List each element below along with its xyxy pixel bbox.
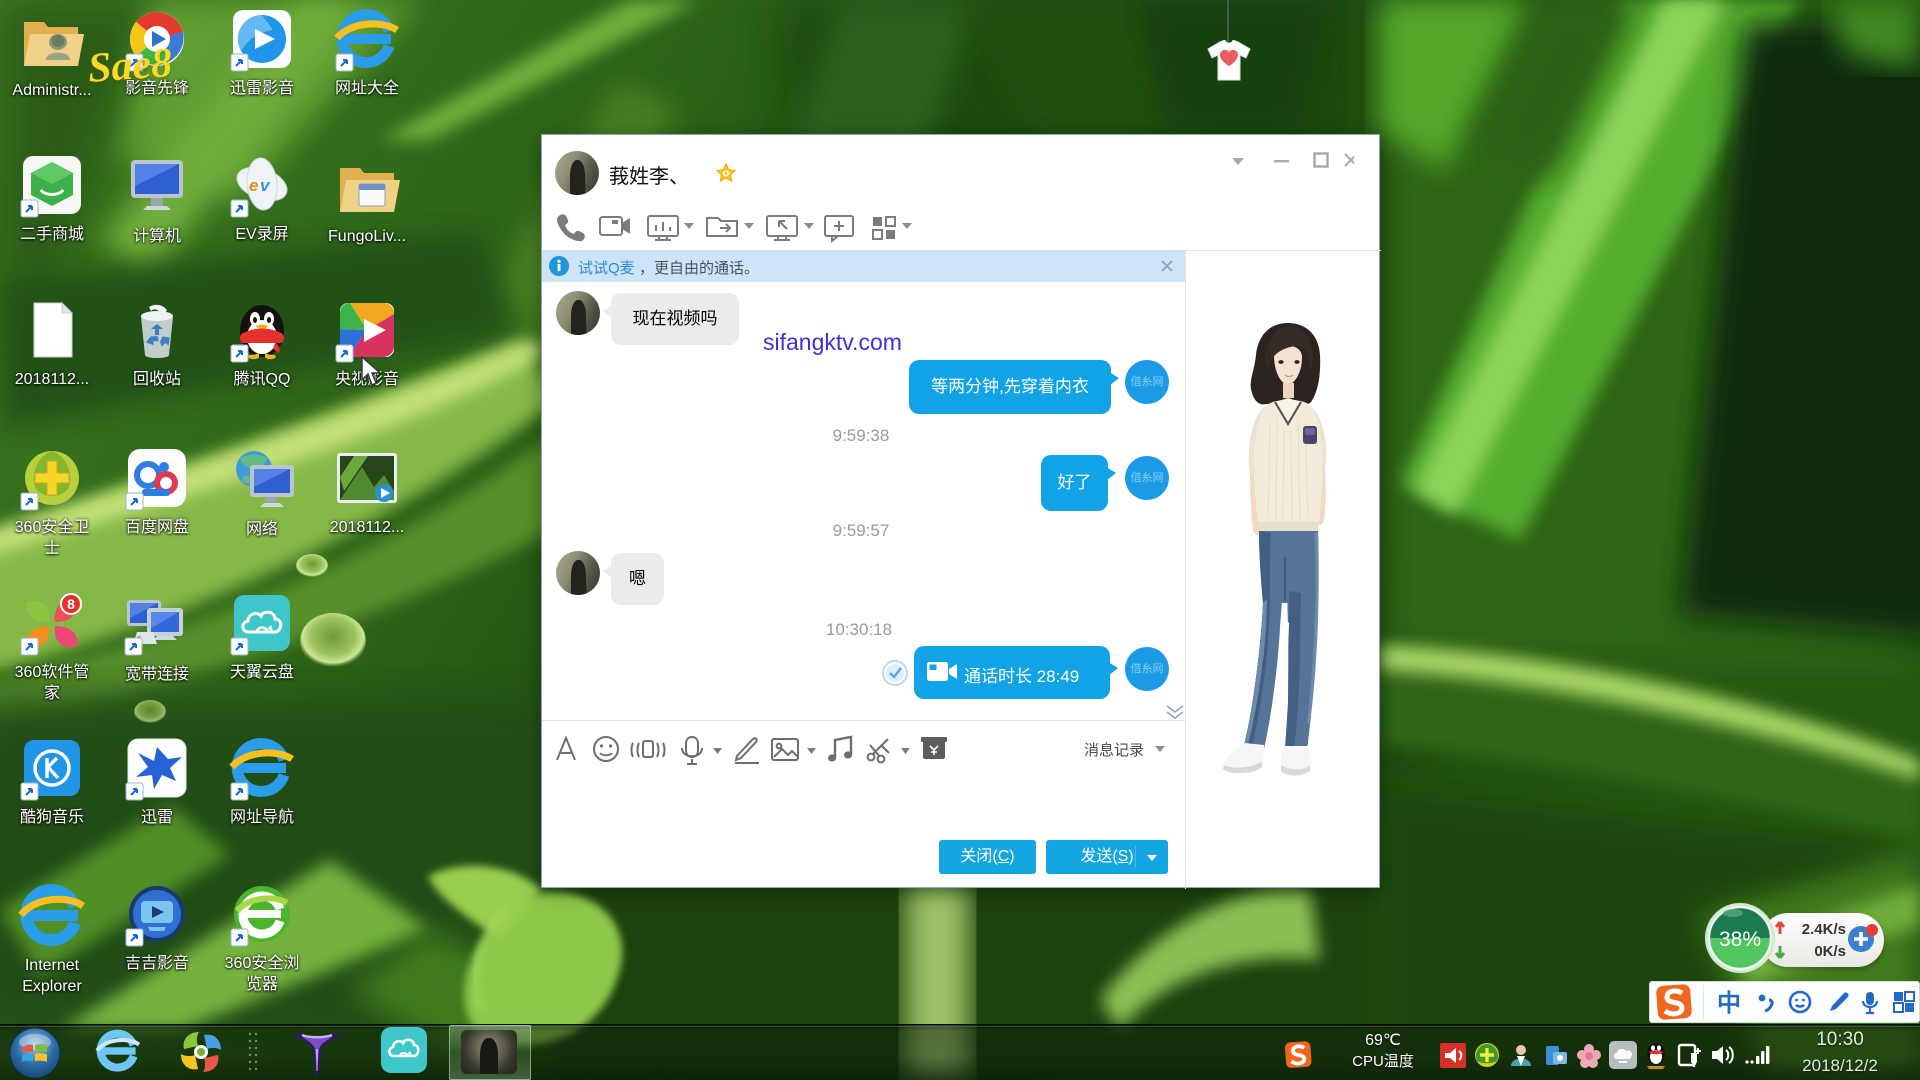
svg-text:e: e xyxy=(249,176,258,195)
svg-text:v: v xyxy=(260,176,271,195)
svg-text:0K/s: 0K/s xyxy=(1814,943,1846,960)
svg-text:38%: 38% xyxy=(1719,928,1761,951)
svg-text:8: 8 xyxy=(67,596,75,612)
svg-text:2.4K/s: 2.4K/s xyxy=(1802,921,1846,938)
svg-text:中: 中 xyxy=(1717,990,1741,1016)
